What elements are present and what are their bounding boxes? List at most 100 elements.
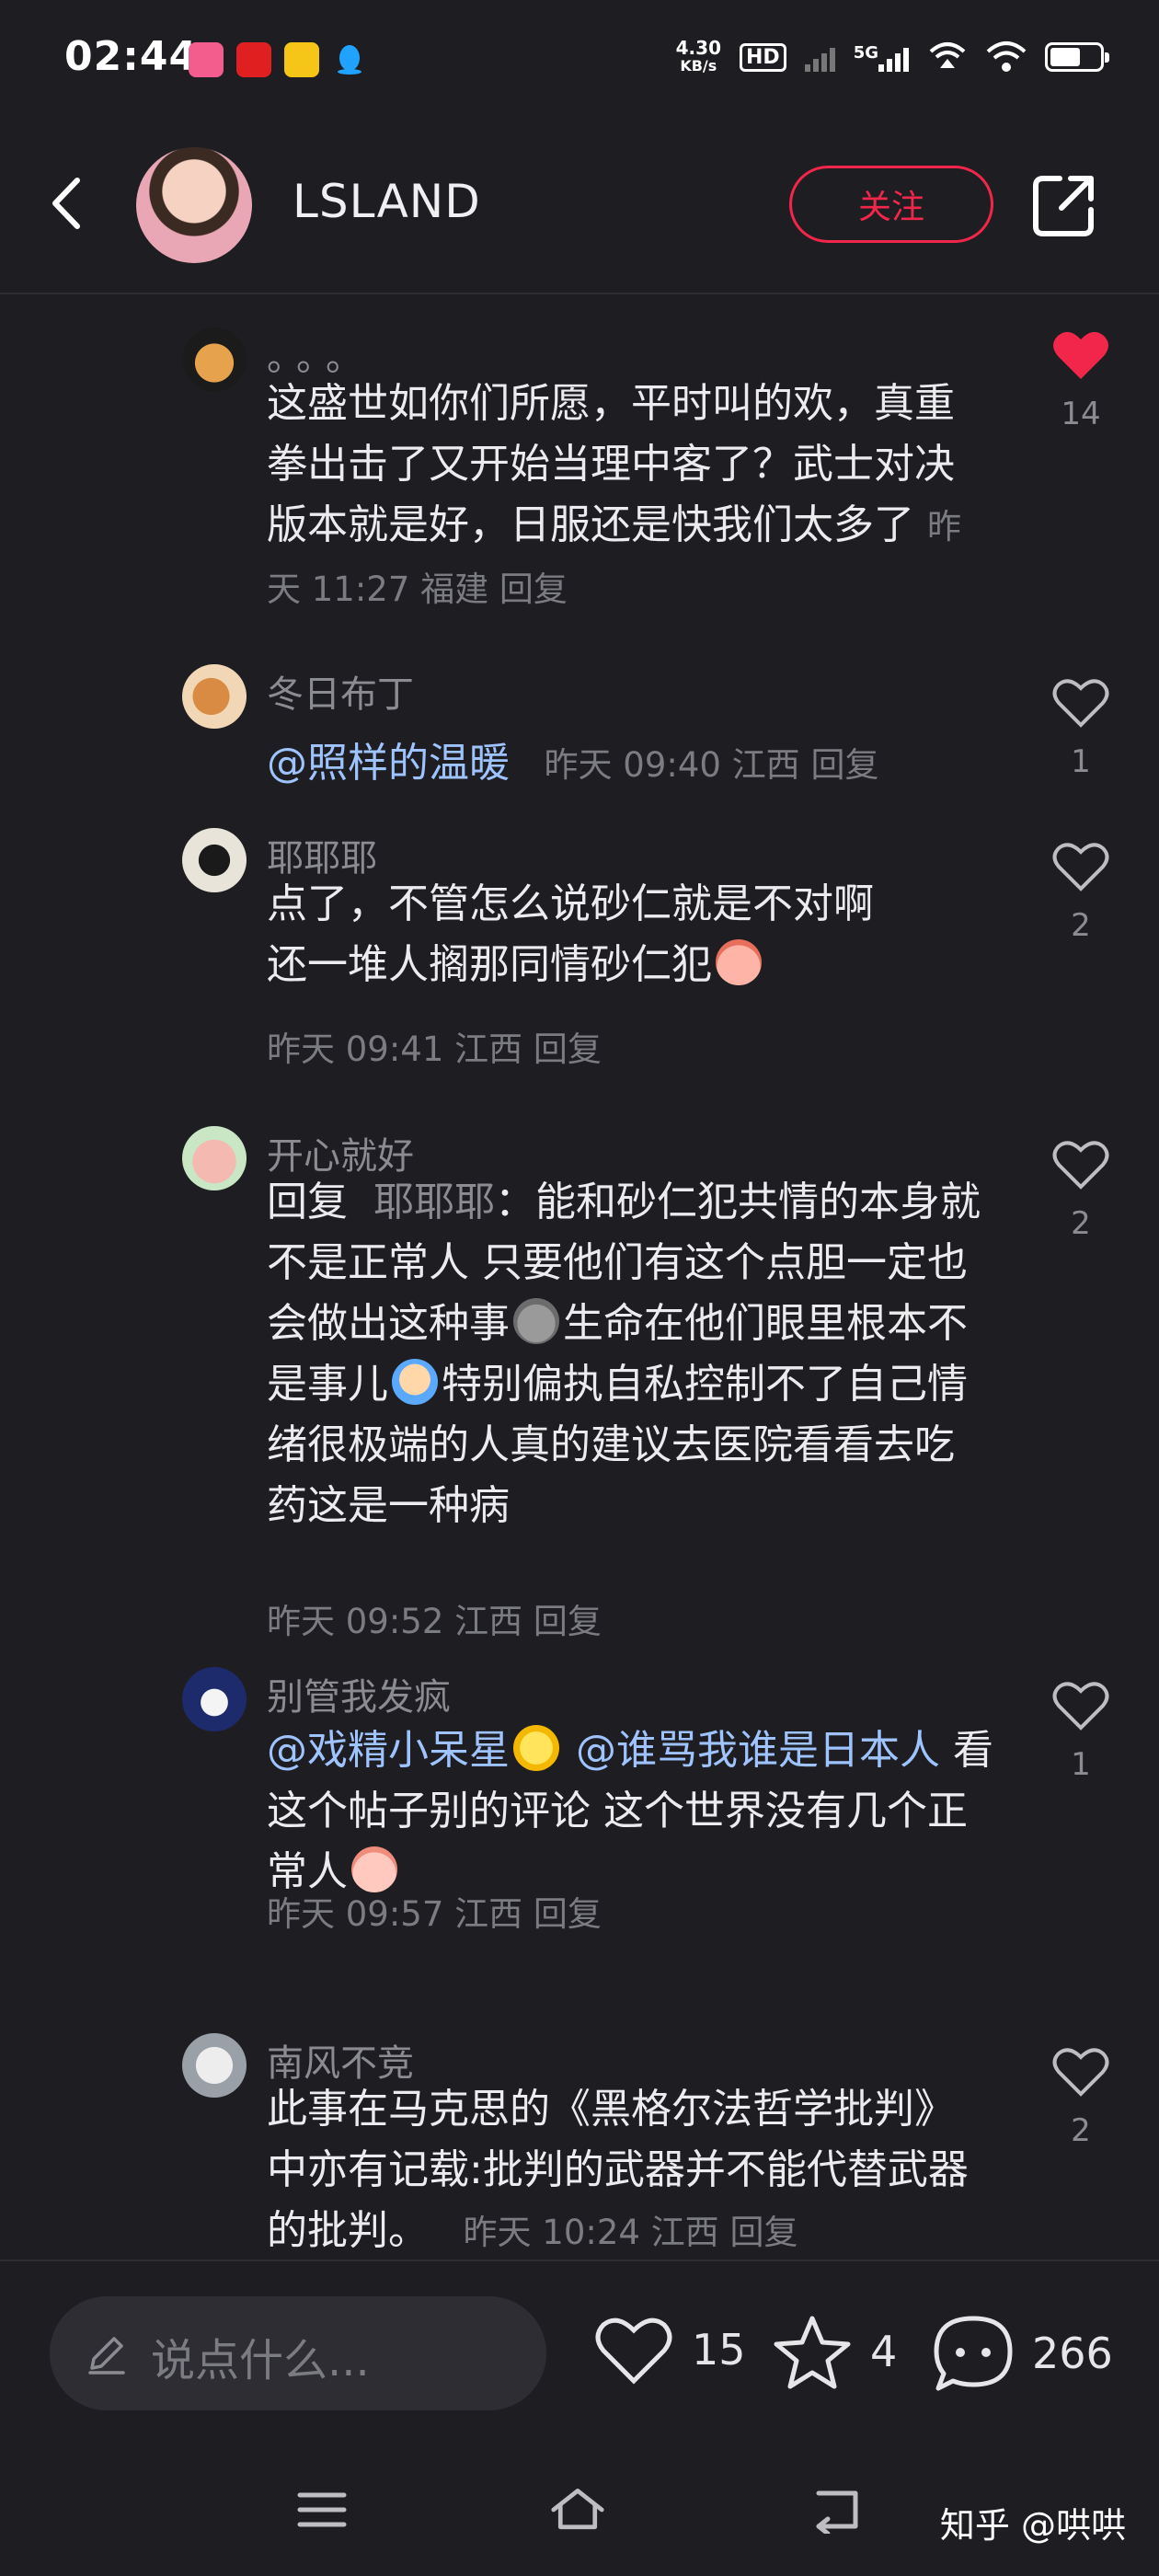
heart-outline-icon[interactable]: [1050, 1137, 1111, 1192]
notification-icons: [189, 42, 367, 77]
like-control[interactable]: 2: [1049, 1137, 1113, 1242]
pencil-icon: [88, 2337, 125, 2375]
sweating-face-emoji-icon: [392, 1359, 438, 1405]
post-like-count: 15: [692, 2325, 746, 2375]
reply-link[interactable]: 回复: [534, 1602, 602, 1641]
comment-location: 江西: [454, 1602, 523, 1641]
like-count: 2: [1071, 2112, 1091, 2149]
comment-location: 江西: [454, 1894, 523, 1934]
mention-link[interactable]: @照样的温暖: [267, 740, 510, 787]
heart-outline-icon[interactable]: [1050, 839, 1111, 894]
mention-link[interactable]: @谁骂我谁是日本人: [576, 1727, 940, 1774]
comment-time: 昨天 09:57: [267, 1894, 444, 1934]
signal-icon-sim2: [878, 42, 909, 72]
heart-outline-icon[interactable]: [1050, 675, 1111, 730]
commenter-avatar[interactable]: [182, 2033, 247, 2098]
post-favorite-button[interactable]: 4: [771, 2313, 897, 2390]
star-emoji-icon: [513, 1725, 559, 1771]
comment-content-line1: 点了，不管怎么说砂仁就是不对啊: [267, 880, 874, 927]
like-control[interactable]: 1: [1049, 1678, 1113, 1783]
bilibili-icon: [189, 42, 224, 77]
comment-input[interactable]: 说点什么...: [50, 2296, 546, 2410]
like-control[interactable]: 2: [1049, 2044, 1113, 2149]
comment-text[interactable]: 这盛世如你们所愿，平时叫的欢，真重拳出击了又开始当理中客了？武士对决版本就是好，…: [267, 374, 993, 620]
star-outline-icon: [774, 2316, 851, 2389]
post-header: LSLAND 关注: [0, 138, 1159, 294]
menu-icon[interactable]: [294, 2486, 350, 2534]
reply-link[interactable]: 回复: [729, 2213, 798, 2252]
like-count: 1: [1071, 1746, 1091, 1783]
follow-button[interactable]: 关注: [789, 166, 993, 243]
hd-badge: HD: [740, 42, 786, 72]
author-avatar[interactable]: [136, 147, 252, 263]
qq-icon: [332, 42, 367, 77]
weibo-icon: [284, 42, 319, 77]
like-count: 1: [1071, 743, 1091, 780]
crying-face-emoji-icon: [716, 939, 762, 985]
return-icon[interactable]: [809, 2486, 865, 2534]
reply-prefix: 回复: [267, 1179, 348, 1225]
like-control[interactable]: 1: [1049, 675, 1113, 780]
heart-outline-icon[interactable]: [1050, 2044, 1111, 2099]
comment-input-placeholder: 说点什么...: [151, 2335, 370, 2386]
commenter-avatar[interactable]: [182, 1667, 247, 1731]
like-control[interactable]: 14: [1049, 328, 1113, 432]
comment-time: 昨天 09:52: [267, 1602, 444, 1641]
mention-link[interactable]: @戏精小呆星: [267, 1727, 510, 1774]
like-control[interactable]: 2: [1049, 839, 1113, 944]
like-count: 2: [1071, 1205, 1091, 1242]
commenter-avatar[interactable]: [182, 828, 247, 892]
status-time: 02:44: [64, 33, 199, 80]
commenter-avatar[interactable]: [182, 328, 247, 392]
signal-icon-sim1: [804, 42, 835, 72]
comment-location: 江西: [650, 2213, 719, 2252]
comment-location: 福建: [420, 569, 489, 609]
network-speed: 4.30 KB/s: [676, 39, 721, 75]
poop-emoji-icon: [513, 1298, 559, 1344]
comment-meta: 昨天 09:57 江西 回复: [267, 1886, 602, 1936]
heart-outline-icon[interactable]: [1050, 1678, 1111, 1733]
reply-to-user[interactable]: 耶耶耶: [373, 1179, 495, 1225]
comment-content-line2: 还一堆人搁那同情砂仁犯: [267, 941, 712, 988]
comment-location: 江西: [454, 1029, 523, 1069]
post-like-button[interactable]: 15: [592, 2313, 746, 2386]
hotspot-icon: [929, 42, 966, 68]
reply-link[interactable]: 回复: [499, 569, 568, 609]
comment-time: 昨天 09:41: [267, 1029, 444, 1069]
comment-text[interactable]: 此事在马克思的《黑格尔法哲学批判》中亦有记载:批判的武器并不能代替武器的批判。 …: [267, 2079, 993, 2258]
comment-meta: 昨天 09:41 江西 回复: [267, 1021, 602, 1071]
battery-icon: [1045, 42, 1109, 72]
commenter-name[interactable]: 别管我发疯: [267, 1667, 451, 1720]
commenter-avatar[interactable]: [182, 664, 247, 729]
xiaohongshu-icon: [236, 42, 271, 77]
comment-text[interactable]: @照样的温暖 昨天 09:40 江西 回复: [267, 733, 993, 796]
reply-link[interactable]: 回复: [534, 1029, 602, 1069]
comment-time: 昨天 10:24: [463, 2213, 640, 2252]
comment-text[interactable]: @戏精小呆星 @谁骂我谁是日本人 看这个帖子别的评论 这个世界没有几个正常人: [267, 1720, 993, 1903]
comment-content: 这盛世如你们所愿，平时叫的欢，真重拳出击了又开始当理中客了？武士对决版本就是好，…: [267, 380, 955, 548]
author-username[interactable]: LSLAND: [293, 175, 481, 228]
network-speed-value: 4.30: [675, 37, 721, 59]
bottom-action-bar: 说点什么... 15 4 266: [0, 2260, 1159, 2444]
back-arrow-icon[interactable]: [40, 171, 96, 236]
reply-link[interactable]: 回复: [810, 745, 878, 785]
comment-list[interactable]: 。。。 这盛世如你们所愿，平时叫的欢，真重拳出击了又开始当理中客了？武士对决版本…: [0, 296, 1159, 2258]
reply-link[interactable]: 回复: [534, 1894, 602, 1934]
watermark: 知乎 @哄哄: [939, 2505, 1126, 2546]
home-icon[interactable]: [550, 2486, 605, 2534]
share-icon[interactable]: [1028, 171, 1098, 241]
network-speed-unit: KB/s: [680, 57, 717, 75]
status-bar: 02:44 4.30 KB/s HD 5G: [0, 0, 1159, 120]
comment-text[interactable]: 回复 耶耶耶：能和砂仁犯共情的本身就不是正常人 只要他们有这个点胆一定也会做出这…: [267, 1172, 993, 1536]
like-count: 14: [1061, 396, 1101, 432]
wifi-icon: [986, 41, 1027, 72]
like-count: 2: [1071, 907, 1091, 944]
commenter-avatar[interactable]: [182, 1126, 247, 1190]
post-comment-button[interactable]: 266: [931, 2313, 1113, 2394]
comment-meta: 昨天 09:52 江西 回复: [267, 1593, 602, 1643]
commenter-name[interactable]: 冬日布丁: [267, 664, 414, 718]
post-comment-count: 266: [1032, 2329, 1113, 2378]
heart-filled-icon[interactable]: [1050, 328, 1111, 383]
comment-text[interactable]: 点了，不管怎么说砂仁就是不对啊 还一堆人搁那同情砂仁犯: [267, 874, 993, 995]
status-right: 4.30 KB/s HD 5G: [676, 39, 1109, 75]
